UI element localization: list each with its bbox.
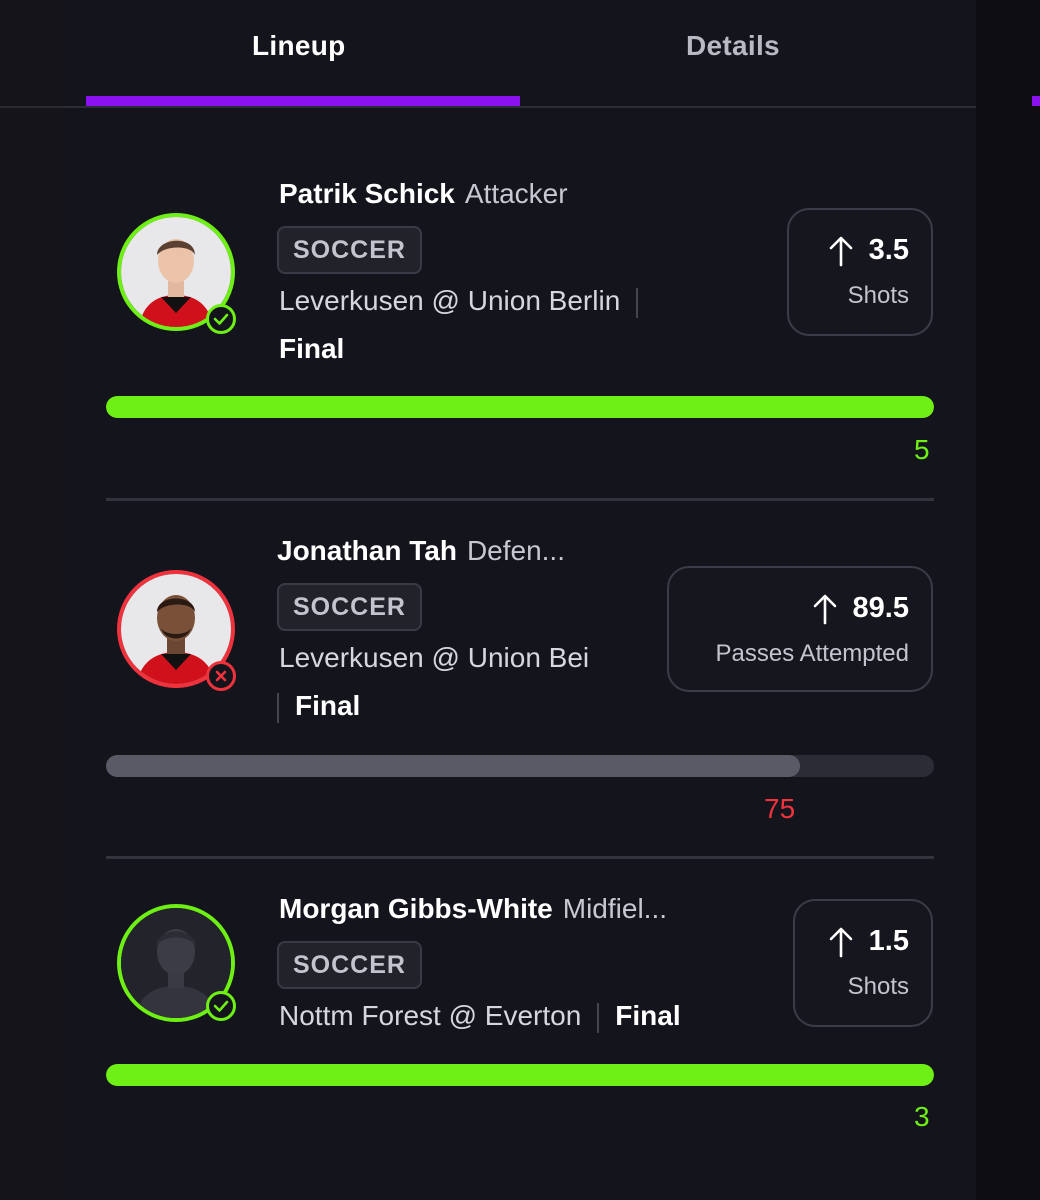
game-status: Final: [279, 333, 345, 364]
sport-chip: SOCCER: [277, 941, 422, 989]
stat-line-box[interactable]: 89.5 Passes Attempted: [667, 566, 933, 692]
progress-fill: [106, 1064, 934, 1086]
actual-value: 3: [914, 1101, 930, 1132]
arrow-up-icon: [813, 595, 836, 625]
stat-line-box[interactable]: 1.5 Shots: [793, 899, 933, 1027]
player-position: Midfiel...: [562, 893, 668, 924]
stat-line-value: 1.5: [868, 925, 909, 957]
stat-line-value: 89.5: [852, 592, 909, 624]
tab-details[interactable]: Details: [686, 30, 780, 62]
progress-bar: [106, 755, 934, 777]
separator: [277, 692, 279, 723]
result-x-badge: [206, 661, 236, 691]
sport-chip: SOCCER: [277, 583, 422, 631]
active-tab-indicator: [86, 96, 520, 106]
lineup-sheet: Lineup Details Patrik Schick Attacker SOC…: [64, 0, 976, 1200]
player-name: Jonathan Tah: [277, 535, 457, 566]
stat-type: Passes Attempted: [715, 640, 909, 667]
result-check-badge: [206, 991, 236, 1021]
game-status: Final: [295, 690, 361, 721]
player-name: Morgan Gibbs-White: [279, 893, 553, 924]
game-matchup: Leverkusen @ Union Bei: [279, 642, 590, 673]
progress-fill: [106, 755, 800, 777]
stat-line-box[interactable]: 3.5 Shots: [787, 208, 933, 336]
separator: [636, 287, 639, 318]
x-icon: [215, 670, 227, 682]
background-panel-left: [0, 0, 64, 1200]
progress-bar: [106, 1064, 934, 1086]
player-name: Patrik Schick: [279, 178, 455, 209]
game-matchup: Nottm Forest @ Everton: [279, 1000, 582, 1031]
tab-bar: Lineup Details: [64, 0, 976, 108]
player-position: Attacker: [464, 178, 568, 209]
stat-type: Shots: [847, 973, 909, 1000]
game-status: Final: [615, 1000, 681, 1031]
separator: [597, 1002, 600, 1033]
game-matchup: Leverkusen @ Union Berlin: [279, 285, 621, 316]
result-check-badge: [206, 304, 236, 334]
arrow-up-icon: [829, 928, 852, 958]
actual-value: 5: [914, 434, 930, 465]
progress-fill: [106, 396, 934, 418]
stat-line-value: 3.5: [868, 234, 909, 266]
progress-bar: [106, 396, 934, 418]
background-panel-right: [976, 0, 1040, 1200]
arrow-up-icon: [829, 237, 852, 267]
tab-lineup[interactable]: Lineup: [252, 30, 346, 62]
player-position: Defen...: [466, 535, 565, 566]
stat-type: Shots: [847, 282, 909, 309]
actual-value: 75: [764, 793, 796, 824]
sport-chip: SOCCER: [277, 226, 422, 274]
check-icon: [213, 1000, 229, 1012]
card-divider: [106, 856, 934, 859]
check-icon: [213, 313, 229, 325]
card-divider: [106, 498, 934, 501]
